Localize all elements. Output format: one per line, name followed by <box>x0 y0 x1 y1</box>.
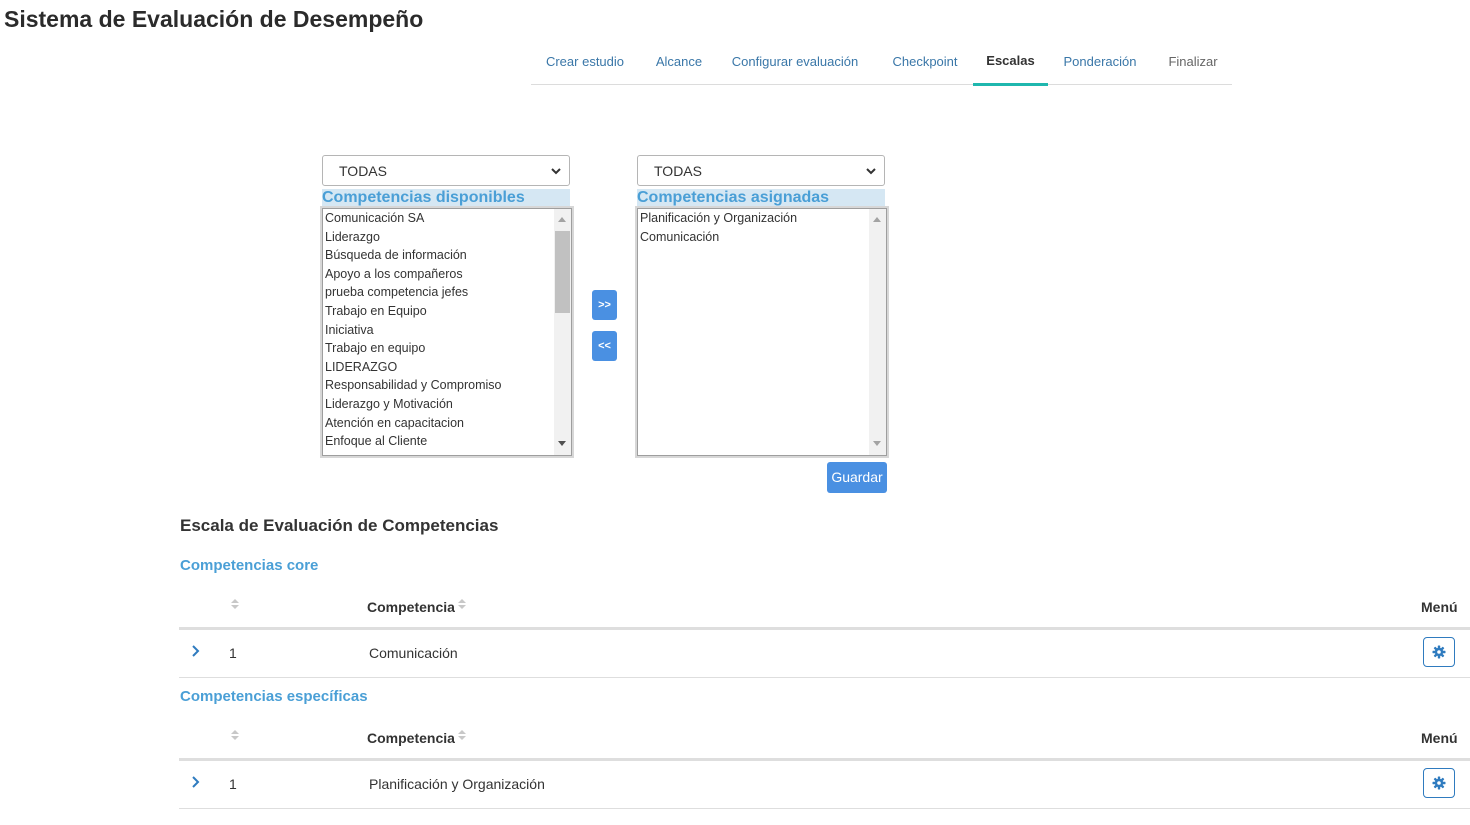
list-item[interactable]: Liderazgo y Motivación <box>325 395 553 414</box>
sort-icon[interactable] <box>458 599 467 611</box>
available-list-scrollbar[interactable] <box>554 209 571 455</box>
chevron-down-icon <box>551 168 561 175</box>
remove-competency-button[interactable]: << <box>592 331 617 361</box>
table-row: 1 Comunicación <box>179 628 1470 678</box>
list-item[interactable]: Apoyo a los compañeros <box>325 265 553 284</box>
scroll-up-icon[interactable] <box>873 217 881 222</box>
gear-icon <box>1432 645 1446 659</box>
sort-icon[interactable] <box>231 730 240 742</box>
assigned-filter-select[interactable]: TODAS <box>637 155 885 186</box>
list-item[interactable]: Enfoque al Cliente <box>325 432 553 451</box>
list-item[interactable]: Planificación y Organización <box>640 209 868 228</box>
tab-alcance[interactable]: Alcance <box>648 43 710 84</box>
scroll-down-icon[interactable] <box>558 441 566 446</box>
add-competency-button[interactable]: >> <box>592 290 617 320</box>
tab-escalas[interactable]: Escalas <box>973 43 1048 86</box>
core-competencies-title: Competencias core <box>180 557 319 574</box>
tab-configurar-evaluacion[interactable]: Configurar evaluación <box>727 43 863 84</box>
page-title: Sistema de Evaluación de Desempeño <box>4 6 424 32</box>
list-item[interactable]: Búsqueda de información <box>325 246 553 265</box>
tab-finalizar[interactable]: Finalizar <box>1159 43 1227 84</box>
scale-section-title: Escala de Evaluación de Competencias <box>180 516 499 535</box>
assigned-list-scrollbar[interactable] <box>869 209 886 455</box>
list-item[interactable]: Comunicación <box>640 228 868 247</box>
available-list-header: Competencias disponibles <box>322 189 570 207</box>
row-number: 1 <box>229 776 237 792</box>
list-item[interactable]: Iniciativa <box>325 321 553 340</box>
column-header-menu: Menú <box>1421 599 1458 615</box>
column-header-competencia[interactable]: Competencia <box>367 599 455 615</box>
list-item[interactable]: Comunicación SA <box>325 209 553 228</box>
row-number: 1 <box>229 645 237 661</box>
sort-icon[interactable] <box>231 599 240 611</box>
column-header-competencia[interactable]: Competencia <box>367 730 455 746</box>
scroll-thumb[interactable] <box>555 231 570 313</box>
list-item[interactable]: Trabajo en Equipo <box>325 302 553 321</box>
list-item[interactable]: Liderazgo <box>325 228 553 247</box>
table-row: 1 Planificación y Organización <box>179 759 1470 809</box>
available-competencies-list[interactable]: Comunicación SA Liderazgo Búsqueda de in… <box>320 206 574 458</box>
assigned-filter-value: TODAS <box>654 163 702 179</box>
tab-checkpoint[interactable]: Checkpoint <box>883 43 967 84</box>
list-item[interactable]: Atención en capacitacion <box>325 414 553 433</box>
row-menu-button[interactable] <box>1423 637 1455 667</box>
row-competencia: Comunicación <box>369 645 458 661</box>
wizard-tabs: Crear estudio Alcance Configurar evaluac… <box>531 43 1232 86</box>
available-filter-select[interactable]: TODAS <box>322 155 570 186</box>
chevron-down-icon <box>866 168 876 175</box>
list-item[interactable]: prueba competencia jefes <box>325 283 553 302</box>
specific-competencies-title: Competencias específicas <box>180 688 368 705</box>
tab-crear-estudio[interactable]: Crear estudio <box>539 43 631 84</box>
save-button[interactable]: Guardar <box>827 462 887 493</box>
chevron-right-icon[interactable] <box>188 775 202 789</box>
column-header-menu: Menú <box>1421 730 1458 746</box>
list-item[interactable]: LIDERAZGO <box>325 358 553 377</box>
tab-ponderacion[interactable]: Ponderación <box>1057 43 1143 84</box>
row-competencia: Planificación y Organización <box>369 776 545 792</box>
list-item[interactable]: Responsabilidad y Compromiso <box>325 376 553 395</box>
core-table-header: Competencia Menú <box>179 587 1470 630</box>
list-item[interactable]: Trabajo en equipo <box>325 339 553 358</box>
scroll-down-icon[interactable] <box>873 441 881 446</box>
scroll-up-icon[interactable] <box>558 217 566 222</box>
chevron-right-icon[interactable] <box>188 644 202 658</box>
assigned-competencies-list[interactable]: Planificación y Organización Comunicació… <box>635 206 889 458</box>
assigned-list-header: Competencias asignadas <box>637 189 885 207</box>
available-filter-value: TODAS <box>339 163 387 179</box>
gear-icon <box>1432 776 1446 790</box>
specific-table-header: Competencia Menú <box>179 718 1470 761</box>
sort-icon[interactable] <box>458 730 467 742</box>
row-menu-button[interactable] <box>1423 768 1455 798</box>
